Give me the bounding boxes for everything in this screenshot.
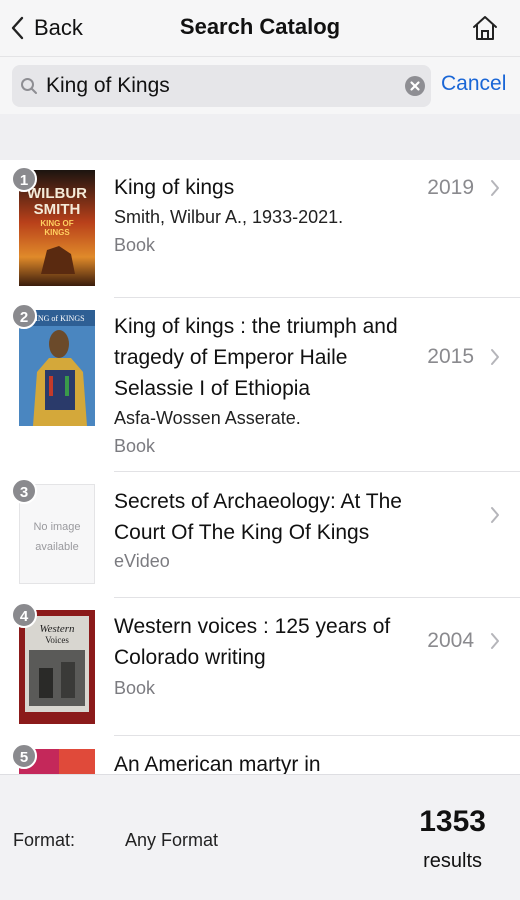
result-number-badge: 2 <box>11 303 37 329</box>
svg-text:KING of KINGS: KING of KINGS <box>29 314 84 323</box>
format-filter-select[interactable]: Any Format <box>125 830 218 851</box>
chevron-right-icon <box>491 507 499 523</box>
clear-icon <box>410 81 420 91</box>
result-row[interactable]: 4 Western Voices Western voices : 125 ye… <box>0 598 520 736</box>
svg-text:WILBUR: WILBUR <box>27 185 87 202</box>
page-title: Search Catalog <box>179 14 341 39</box>
result-author: Smith, Wilbur A., 1933-2021. <box>114 207 344 227</box>
result-number-badge: 3 <box>11 478 37 504</box>
result-row[interactable]: 5 An American martyr in <box>0 736 520 774</box>
search-field[interactable] <box>12 65 431 107</box>
result-author: Asfa-Wossen Asserate. <box>114 408 301 428</box>
svg-text:SMITH: SMITH <box>34 201 81 218</box>
svg-text:Western: Western <box>39 623 75 635</box>
result-format: Book <box>114 235 156 255</box>
placeholder-text: No image available <box>33 521 81 553</box>
result-title: An American martyr in <box>114 753 321 774</box>
chevron-right-icon <box>491 349 499 365</box>
result-row[interactable]: 1 WILBUR SMITH KING OF KINGS King of kin… <box>0 160 520 298</box>
result-number-badge: 4 <box>11 602 37 628</box>
results-count: 1353 <box>419 805 486 838</box>
result-year: 2019 <box>427 176 474 199</box>
svg-text:Voices: Voices <box>45 635 69 645</box>
results-list[interactable]: 1 WILBUR SMITH KING OF KINGS King of kin… <box>0 160 520 774</box>
result-row[interactable]: 3 No image available Secrets of Archaeol… <box>0 472 520 598</box>
result-format: Book <box>114 436 156 456</box>
result-year: 2015 <box>427 345 474 368</box>
results-footer: Format: Any Format 1353 results <box>0 774 520 900</box>
result-title: King of kings : the triumph and tragedy … <box>114 315 398 400</box>
svg-text:KING OF: KING OF <box>40 219 73 228</box>
book-cover-image: KING of KINGS <box>19 310 95 426</box>
cancel-button[interactable]: Cancel <box>441 72 506 96</box>
chevron-right-icon <box>491 633 499 649</box>
result-number-badge: 5 <box>11 743 37 769</box>
result-year: 2004 <box>427 629 474 652</box>
result-format: Book <box>114 678 156 698</box>
section-spacer <box>0 114 520 160</box>
search-bar: Cancel <box>0 56 520 114</box>
home-button[interactable] <box>470 13 500 43</box>
result-title: Secrets of Archaeology: At The Court Of … <box>114 490 402 544</box>
book-cover-image: Western Voices <box>19 610 95 724</box>
results-count-label: results <box>423 850 482 872</box>
result-number-badge: 1 <box>11 166 37 192</box>
search-input[interactable] <box>46 65 396 107</box>
home-icon <box>473 16 497 40</box>
chevron-right-icon <box>491 180 499 196</box>
result-format: eVideo <box>114 551 170 571</box>
result-title: King of kings <box>114 176 235 199</box>
result-title: Western voices : 125 years of Colorado w… <box>114 615 391 669</box>
clear-search-button[interactable] <box>405 76 425 96</box>
result-row[interactable]: 2 KING of KINGS King of kings : the triu… <box>0 298 520 472</box>
search-icon <box>21 78 37 94</box>
format-filter-label: Format: <box>13 830 76 850</box>
nav-bar: Back Search Catalog <box>0 0 520 56</box>
svg-text:KINGS: KINGS <box>44 228 70 237</box>
